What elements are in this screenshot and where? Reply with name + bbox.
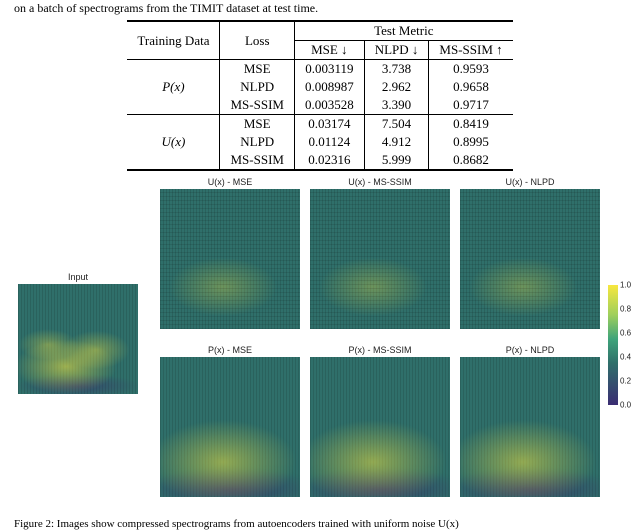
td-val: 2.962 [364,78,429,96]
td-loss: MS-SSIM [220,96,294,115]
td-val: 4.912 [364,133,429,151]
th-nlpd: NLPD ↓ [364,41,429,60]
td-loss: MSE [220,115,294,134]
th-metric-group: Test Metric [294,21,512,41]
colorbar-tick: 0.2 [620,377,631,386]
td-val: 0.9658 [429,78,513,96]
table-caption-fragment: on a batch of spectrograms from the TIMI… [0,0,640,20]
spectrogram-ux-mse [160,189,300,329]
th-mse: MSE ↓ [294,41,364,60]
spectrogram-ux-nlpd [460,189,600,329]
td-val: 0.008987 [294,78,364,96]
colorbar: 1.0 0.8 0.6 0.4 0.2 0.0 [608,285,618,405]
td-val: 0.8682 [429,151,513,170]
colorbar-tick: 1.0 [620,281,631,290]
td-loss: NLPD [220,78,294,96]
colorbar-tick: 0.0 [620,401,631,410]
spectrogram-input [18,284,138,394]
spectrogram-ux-msssim [310,189,450,329]
panel-title: P(x) - NLPD [460,345,600,355]
td-val: 0.9593 [429,60,513,79]
colorbar-tick: 0.8 [620,305,631,314]
td-loss: MSE [220,60,294,79]
figure-caption-fragment: Figure 2: Images show compressed spectro… [0,517,640,531]
colorbar-tick: 0.6 [620,329,631,338]
td-val: 0.8419 [429,115,513,134]
th-loss: Loss [220,21,294,60]
td-loss: NLPD [220,133,294,151]
panel-title-input: Input [18,272,138,282]
spectrogram-px-mse [160,357,300,497]
td-group-ux: U(x) [127,115,220,171]
th-msssim: MS-SSIM ↑ [429,41,513,60]
panel-title: U(x) - MSE [160,177,300,187]
td-val: 0.01124 [294,133,364,151]
td-group-px: P(x) [127,60,220,115]
panel-title: P(x) - MSE [160,345,300,355]
td-val: 0.003528 [294,96,364,115]
td-val: 0.003119 [294,60,364,79]
spectrogram-figure: Input U(x) - MSE U(x) - MS-SSIM U(x) - N… [10,177,630,517]
panel-title: U(x) - NLPD [460,177,600,187]
spectrogram-px-nlpd [460,357,600,497]
spectrogram-px-msssim [310,357,450,497]
td-val: 0.8995 [429,133,513,151]
td-val: 0.02316 [294,151,364,170]
panel-title: U(x) - MS-SSIM [310,177,450,187]
td-val: 0.9717 [429,96,513,115]
panel-title: P(x) - MS-SSIM [310,345,450,355]
td-val: 0.03174 [294,115,364,134]
colorbar-tick: 0.4 [620,353,631,362]
results-table: Training Data Loss Test Metric MSE ↓ NLP… [127,20,512,171]
td-val: 3.390 [364,96,429,115]
th-training: Training Data [127,21,220,60]
td-val: 5.999 [364,151,429,170]
td-loss: MS-SSIM [220,151,294,170]
td-val: 3.738 [364,60,429,79]
td-val: 7.504 [364,115,429,134]
